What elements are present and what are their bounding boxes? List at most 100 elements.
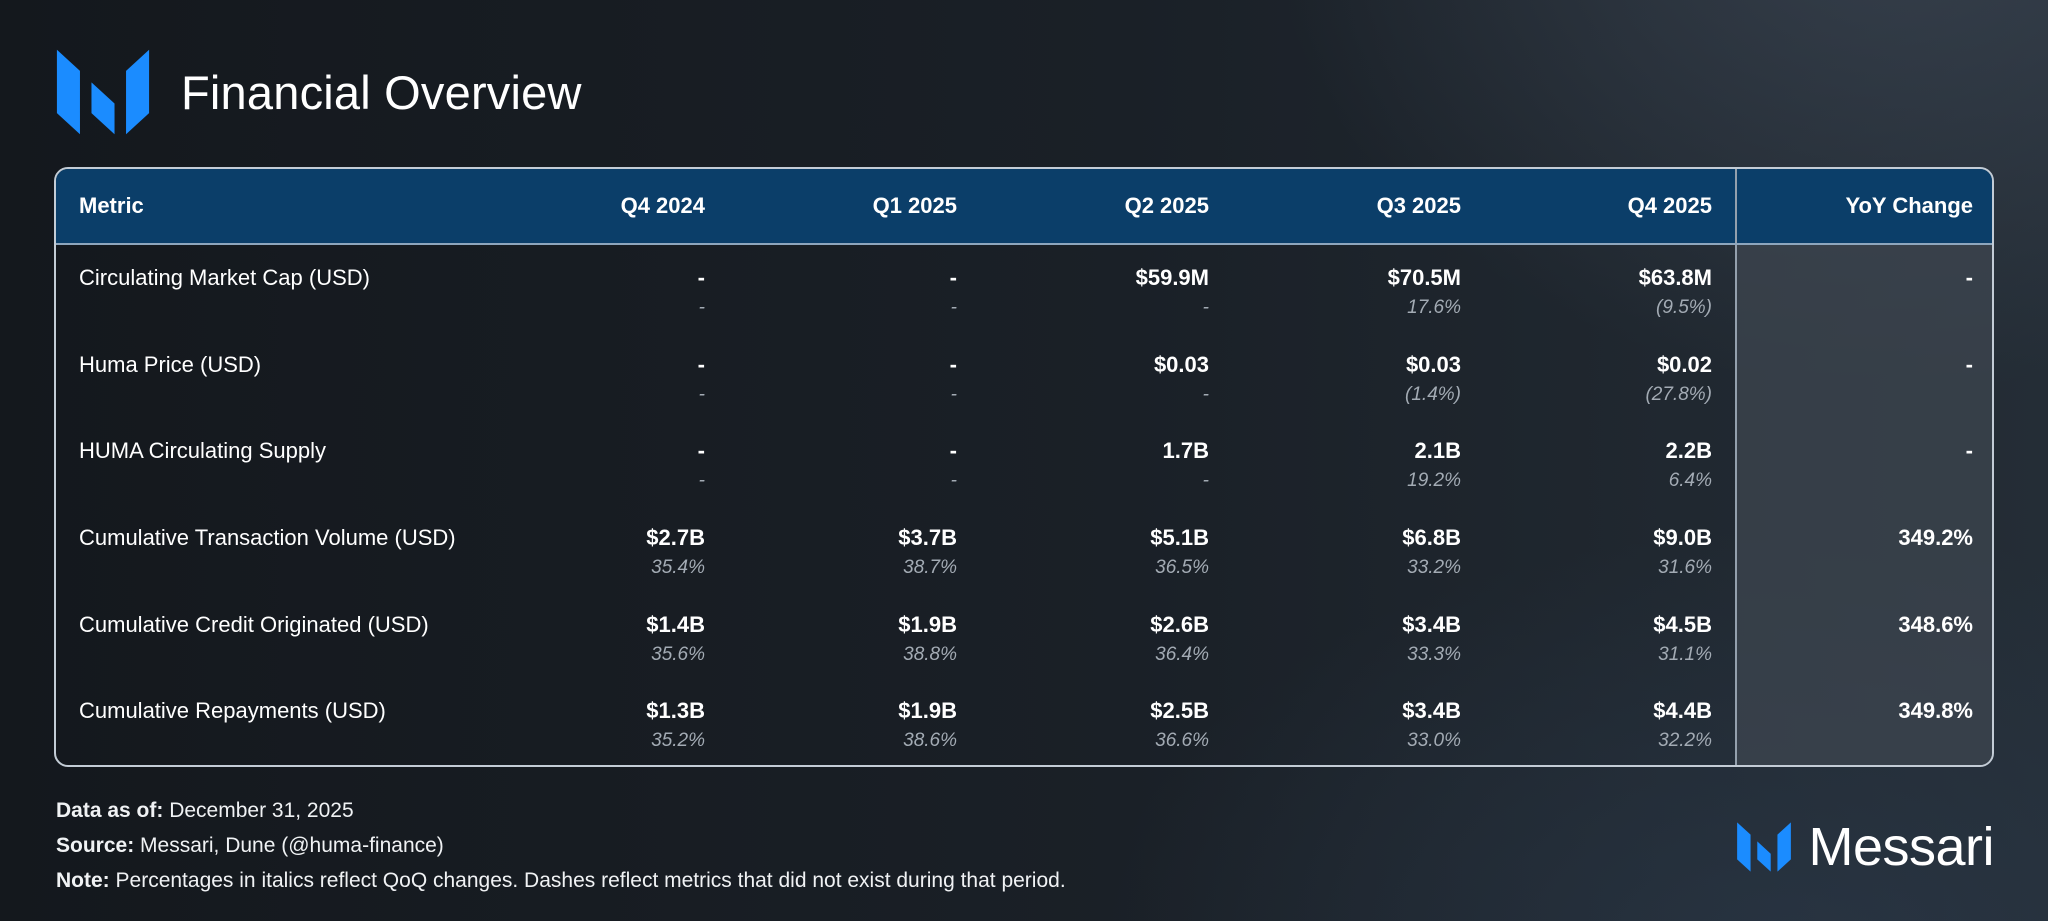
column-header: Q4 2025	[1484, 169, 1736, 245]
quarter-cell: --	[728, 244, 980, 332]
quarter-cell: 1.7B -	[980, 418, 1232, 505]
quarter-value: $0.03	[1153, 351, 1209, 377]
table-row: Circulating Market Cap (USD) - - - - $59.9M - $…	[56, 244, 1992, 332]
yoy-value: -	[1965, 351, 1973, 377]
quarter-cell: $3.4B 33.0%	[1232, 678, 1484, 765]
qoq-change: -	[698, 297, 705, 318]
messari-logo-icon	[56, 49, 150, 135]
metric-cell: Huma Price (USD)	[56, 332, 476, 419]
quarter-cell: $59.9M -	[980, 244, 1232, 332]
metric-cell: Cumulative Transaction Volume (USD)	[56, 505, 476, 592]
table-row: Cumulative Transaction Volume (USD) $2.7B…	[56, 505, 1992, 592]
quarter-value: -	[697, 265, 705, 290]
quarter-cell: $9.0B 31.6%	[1484, 505, 1736, 592]
qoq-change: 36.5%	[1155, 557, 1209, 579]
quarter-value: -	[949, 351, 957, 377]
note-label: Note:	[56, 869, 110, 892]
qoq-change: -	[950, 470, 957, 492]
qoq-change: 17.6%	[1407, 297, 1461, 318]
qoq-change: 38.7%	[903, 557, 957, 579]
quarter-value: $6.8B	[1402, 525, 1461, 551]
qoq-change: 35.2%	[651, 730, 705, 752]
yoy-cell: 348.6%	[1735, 591, 1992, 679]
quarter-cell: --	[476, 418, 728, 505]
qoq-change: 33.2%	[1407, 557, 1461, 579]
metric-cell: HUMA Circulating Supply	[56, 418, 476, 505]
qoq-change: 32.2%	[1658, 730, 1712, 752]
quarter-value: $3.7B	[898, 525, 957, 551]
data-as-of-label: Data as of:	[56, 799, 164, 822]
quarter-cell: $5.1B 36.5%	[980, 505, 1232, 592]
yoy-value: -	[1965, 265, 1973, 290]
column-header: Q2 2025	[980, 169, 1232, 245]
table-header-row: Metric Q4 2024 Q1 2025 Q2 2025 Q3 2025 Q4 202…	[56, 169, 1992, 245]
qoq-change: (1.4%)	[1405, 383, 1461, 405]
yoy-cell: -	[1735, 331, 1992, 419]
financial-table: Metric Q4 2024 Q1 2025 Q2 2025 Q3 2025 Q4 202…	[56, 169, 1992, 765]
qoq-change: 31.1%	[1658, 643, 1712, 665]
quarter-cell: --	[728, 418, 980, 505]
page-title: Financial Overview	[181, 65, 582, 119]
quarter-cell: $2.5B 36.6%	[980, 678, 1232, 765]
quarter-value: $2.5B	[1150, 698, 1209, 724]
page-header: Financial Overview	[55, 44, 582, 140]
quarter-value: $1.4B	[646, 611, 705, 637]
qoq-change: -	[950, 383, 957, 405]
table-body: Circulating Market Cap (USD) - - - - $59.9M - $…	[56, 244, 1992, 765]
metric-cell: Circulating Market Cap (USD)	[56, 244, 476, 332]
qoq-change: 38.8%	[903, 643, 957, 665]
metric-label: Cumulative Repayments (USD)	[79, 698, 386, 724]
qoq-change: -	[950, 297, 957, 318]
metric-label: Cumulative Credit Originated (USD)	[79, 611, 429, 637]
qoq-change: 33.3%	[1407, 643, 1461, 665]
yoy-cell: 349.8%	[1735, 678, 1992, 765]
quarter-value: $4.4B	[1653, 698, 1712, 724]
quarter-value: $5.1B	[1150, 525, 1209, 551]
yoy-value: -	[1965, 438, 1973, 464]
quarter-cell: $2.7B 35.4%	[476, 505, 728, 592]
quarter-value: $2.6B	[1150, 611, 1209, 637]
quarter-value: $1.9B	[898, 611, 957, 637]
brand-logo: Messari	[1736, 815, 1994, 879]
quarter-value: $1.9B	[898, 698, 957, 724]
quarter-cell: $4.4B 32.2%	[1484, 678, 1736, 765]
qoq-change: 35.6%	[651, 643, 705, 665]
qoq-change: 35.4%	[651, 557, 705, 579]
column-header: YoY Change	[1735, 169, 1992, 245]
quarter-value: 2.1B	[1414, 438, 1461, 464]
yoy-cell: 349.2%	[1735, 505, 1992, 592]
yoy-cell: -	[1735, 244, 1992, 332]
qoq-change: -	[1202, 297, 1209, 318]
quarter-cell: $2.6B 36.4%	[980, 592, 1232, 679]
quarter-value: $70.5M	[1387, 265, 1461, 290]
quarter-value: 2.2B	[1665, 438, 1712, 464]
note-value: Percentages in italics reflect QoQ chang…	[115, 869, 1066, 892]
metric-label: Huma Price (USD)	[79, 351, 262, 377]
data-as-of-value: December 31, 2025	[169, 799, 354, 822]
quarter-value: -	[949, 265, 957, 290]
quarter-cell: $3.4B 33.3%	[1232, 592, 1484, 679]
metric-label: Cumulative Transaction Volume (USD)	[79, 525, 456, 551]
qoq-change: 36.4%	[1155, 643, 1209, 665]
metric-cell: Cumulative Repayments (USD)	[56, 678, 476, 765]
brand-name: Messari	[1808, 817, 1994, 877]
column-header: Q3 2025	[1232, 169, 1484, 245]
note-line: Note: Percentages in italics reflect QoQ…	[56, 863, 1066, 898]
quarter-cell: $4.5B 31.1%	[1484, 592, 1736, 679]
qoq-change: 6.4%	[1668, 470, 1712, 492]
yoy-cell: -	[1735, 418, 1992, 506]
qoq-change: (27.8%)	[1645, 383, 1712, 405]
quarter-value: $3.4B	[1402, 698, 1461, 724]
table-row: Cumulative Credit Originated (USD) $1.4B 3…	[56, 591, 1992, 679]
quarter-value: -	[949, 438, 957, 464]
quarter-value: $0.03	[1405, 351, 1461, 377]
quarter-cell: $70.5M 17.6%	[1232, 244, 1484, 332]
qoq-change: (9.5%)	[1656, 297, 1712, 318]
qoq-change: 33.0%	[1407, 730, 1461, 752]
quarter-value: $9.0B	[1653, 525, 1712, 551]
column-header: Q1 2025	[728, 169, 980, 245]
quarter-cell: $0.03 (1.4%)	[1232, 332, 1484, 419]
quarter-value: $2.7B	[646, 525, 705, 551]
quarter-value: 1.7B	[1162, 438, 1209, 464]
qoq-change: 31.6%	[1658, 557, 1712, 579]
